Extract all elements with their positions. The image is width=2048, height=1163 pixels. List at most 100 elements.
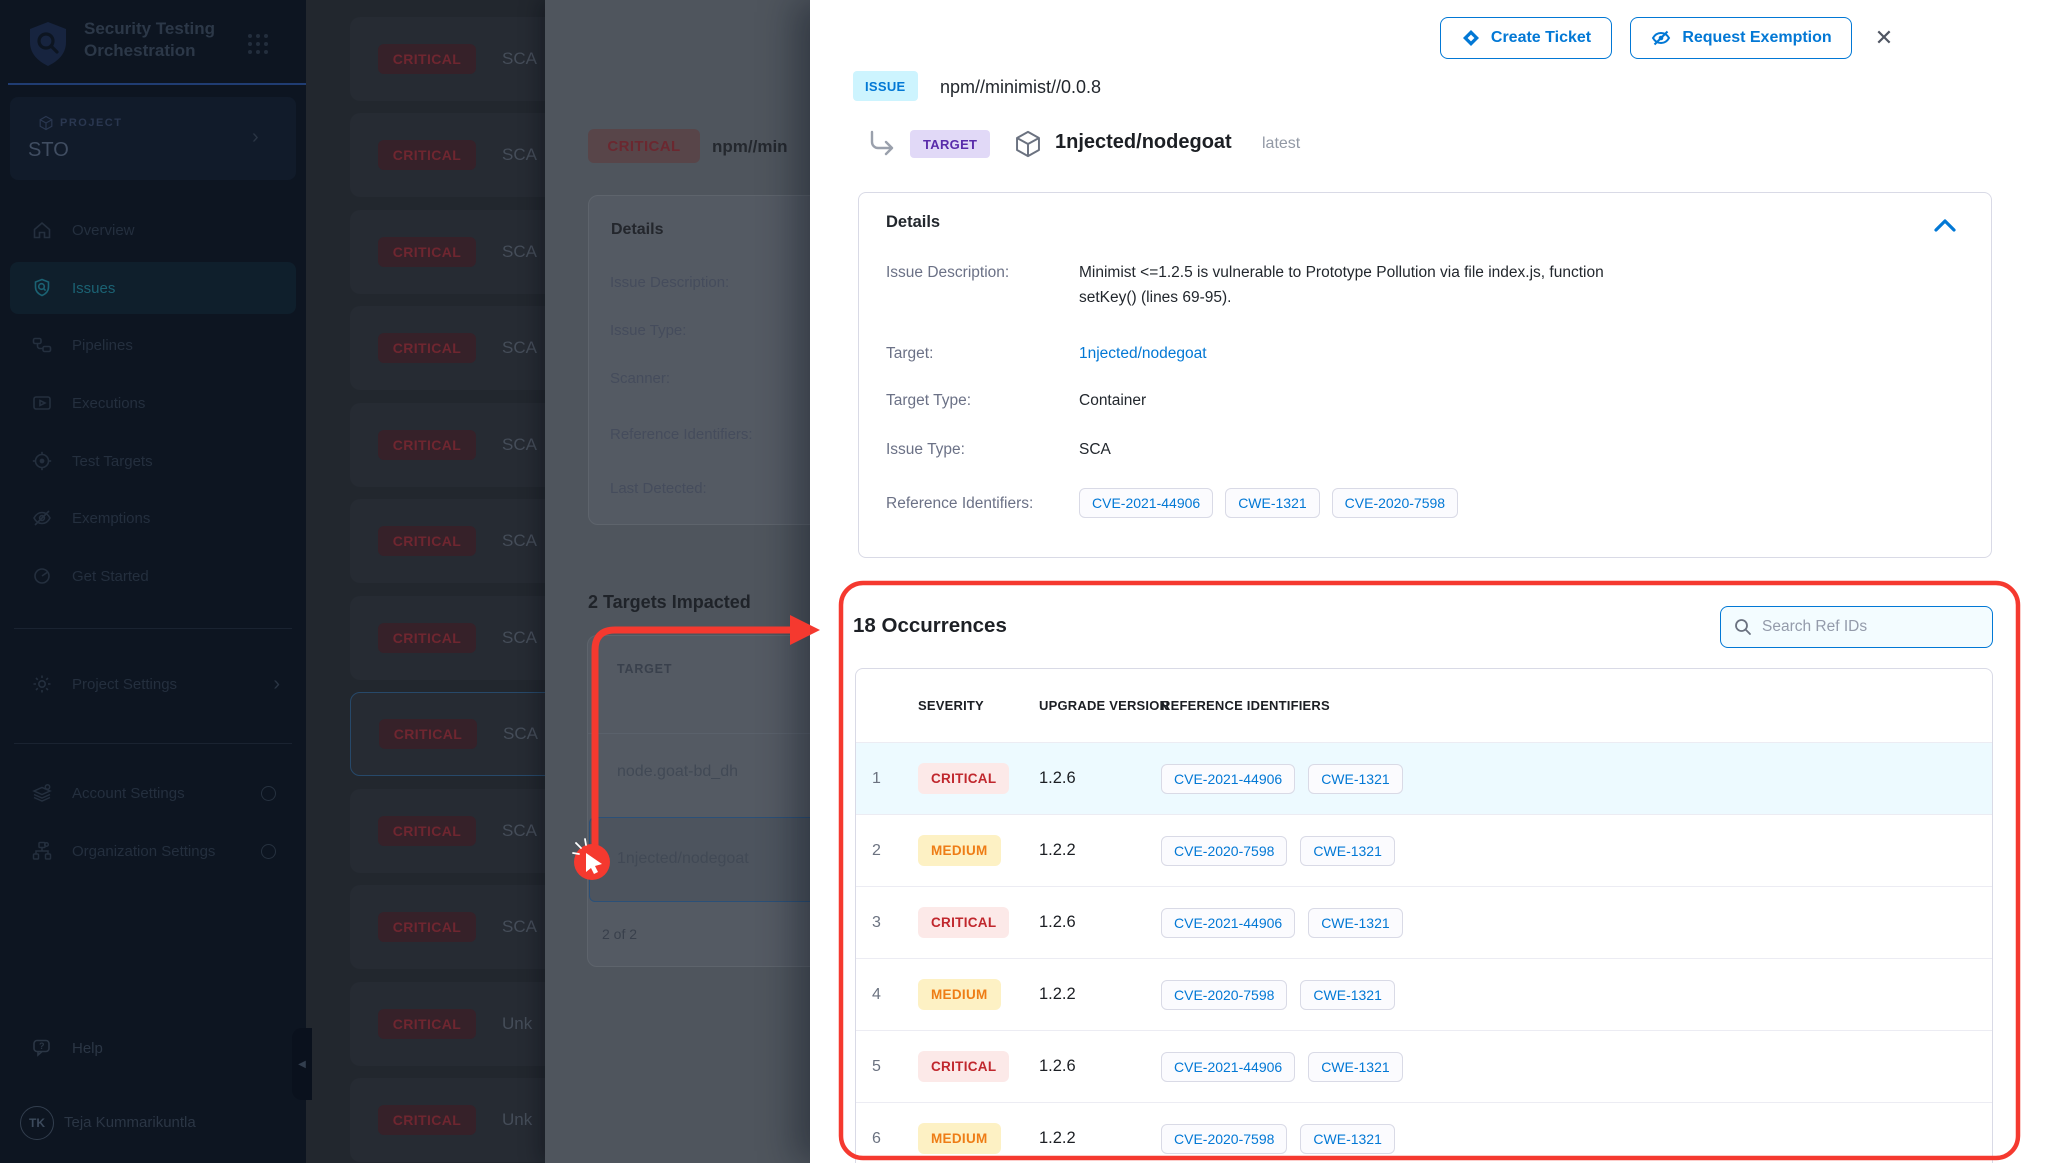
ref-id-chip[interactable]: CWE-1321 xyxy=(1300,1124,1394,1154)
scope-indicator-icon xyxy=(261,844,276,859)
target-name: 1njected/nodegoat xyxy=(1055,131,1232,154)
occurrence-row[interactable]: 3 CRITICAL 1.2.6 CVE-2021-44906 CWE-1321 xyxy=(856,886,1992,958)
issue-list-row[interactable]: CRITICAL SCA xyxy=(350,789,545,873)
eye-off-icon xyxy=(30,506,54,530)
severity-badge: CRITICAL xyxy=(918,1051,1009,1082)
app-logo-shield-icon xyxy=(26,20,70,68)
issue-type: SCA xyxy=(502,338,537,358)
ref-id-chip[interactable]: CVE-2021-44906 xyxy=(1161,1052,1295,1082)
gear-icon xyxy=(30,672,54,696)
severity-badge: CRITICAL xyxy=(378,430,476,460)
row-index: 2 xyxy=(856,842,918,860)
svg-text:?: ? xyxy=(39,1041,45,1051)
issue-type: SCA xyxy=(502,49,537,69)
ref-id-chip[interactable]: CVE-2020-7598 xyxy=(1161,980,1287,1010)
request-exemption-button[interactable]: Request Exemption xyxy=(1630,17,1852,59)
sidebar-item-project-settings[interactable]: Project Settings › xyxy=(10,662,296,706)
severity-badge: CRITICAL xyxy=(378,140,476,170)
sidebar-item-help[interactable]: ? Help xyxy=(10,1026,296,1070)
severity-badge: CRITICAL xyxy=(918,907,1009,938)
reference-identifiers-label: Reference Identifiers: xyxy=(886,495,1033,513)
ref-id-chip[interactable]: CWE-1321 xyxy=(1300,836,1394,866)
ref-id-chip[interactable]: CVE-2021-44906 xyxy=(1079,488,1213,518)
issue-list-row-selected[interactable]: CRITICAL SCA xyxy=(350,692,545,776)
sidebar-item-overview[interactable]: Overview xyxy=(10,208,296,252)
sidebar-header-divider xyxy=(8,83,306,85)
ref-id-chip[interactable]: CVE-2020-7598 xyxy=(1161,1124,1287,1154)
ref-id-chip[interactable]: CVE-2021-44906 xyxy=(1161,764,1295,794)
column-header-severity: SEVERITY xyxy=(918,698,1039,713)
sidebar-item-test-targets[interactable]: Test Targets xyxy=(10,439,296,483)
details-card: Details Issue Description: Minimist <=1.… xyxy=(858,192,1992,558)
issue-list-row[interactable]: CRITICAL Unk xyxy=(350,982,545,1066)
issue-detail-drawer: Create Ticket Request Exemption ✕ ISSUE … xyxy=(810,0,2048,1163)
severity-badge: CRITICAL xyxy=(379,719,477,749)
sidebar-item-issues[interactable]: Issues xyxy=(10,262,296,314)
module-grid-icon[interactable] xyxy=(246,32,270,56)
sidebar-item-label: Overview xyxy=(72,222,135,239)
pipelines-icon xyxy=(30,333,54,357)
targets-card xyxy=(587,635,810,967)
target-row[interactable]: 1njected/nodegoat xyxy=(617,850,749,868)
details-heading: Details xyxy=(886,213,940,232)
issue-list-row[interactable]: CRITICAL SCA xyxy=(350,403,545,487)
occurrences-table: SEVERITY UPGRADE VERSION REFERENCE IDENT… xyxy=(855,668,1993,1163)
issue-list-row[interactable]: CRITICAL SCA xyxy=(350,210,545,294)
ref-id-chip[interactable]: CWE-1321 xyxy=(1308,764,1402,794)
ref-id-chip[interactable]: CWE-1321 xyxy=(1308,1052,1402,1082)
issue-type: Unk xyxy=(502,1110,532,1130)
get-started-icon xyxy=(30,564,54,588)
occurrence-row[interactable]: 4 MEDIUM 1.2.2 CVE-2020-7598 CWE-1321 xyxy=(856,958,1992,1030)
issue-type: SCA xyxy=(502,531,537,551)
sidebar-item-get-started[interactable]: Get Started xyxy=(10,554,296,598)
preview-details-card: Details xyxy=(588,195,810,525)
issue-list-row[interactable]: CRITICAL SCA xyxy=(350,306,545,390)
issues-list-panel: CRITICAL SCA CRITICAL SCA CRITICAL SCA C… xyxy=(306,0,545,1163)
sidebar-collapse-toggle[interactable]: ◀ xyxy=(292,1028,312,1100)
field-label: Issue Type: xyxy=(610,322,686,339)
sidebar: Security Testing Orchestration PROJECT S… xyxy=(0,0,306,1163)
sidebar-item-executions[interactable]: Executions xyxy=(10,381,296,425)
layers-gear-icon xyxy=(30,781,54,805)
occurrence-row[interactable]: 1 CRITICAL 1.2.6 CVE-2021-44906 CWE-1321 xyxy=(856,742,1992,814)
sidebar-item-label: Account Settings xyxy=(72,785,185,802)
sidebar-item-exemptions[interactable]: Exemptions xyxy=(10,496,296,540)
issue-list-row[interactable]: CRITICAL SCA xyxy=(350,499,545,583)
ref-id-chip[interactable]: CWE-1321 xyxy=(1300,980,1394,1010)
close-icon[interactable]: ✕ xyxy=(1868,22,1900,54)
create-ticket-button[interactable]: Create Ticket xyxy=(1440,17,1612,59)
issue-type: SCA xyxy=(502,435,537,455)
sidebar-item-account-settings[interactable]: Account Settings xyxy=(10,771,296,815)
occurrence-row[interactable]: 6 MEDIUM 1.2.2 CVE-2020-7598 CWE-1321 xyxy=(856,1102,1992,1163)
sidebar-item-label: Pipelines xyxy=(72,337,133,354)
ref-id-chip[interactable]: CWE-1321 xyxy=(1225,488,1319,518)
occurrence-row[interactable]: 5 CRITICAL 1.2.6 CVE-2021-44906 CWE-1321 xyxy=(856,1030,1992,1102)
issue-preview-panel: CRITICAL npm//min Details Issue Descript… xyxy=(545,0,810,1163)
target-link[interactable]: 1njected/nodegoat xyxy=(1079,345,1207,363)
issue-list-row[interactable]: CRITICAL SCA xyxy=(350,885,545,969)
issue-list-row[interactable]: CRITICAL Unk xyxy=(350,1078,545,1162)
ref-id-chip[interactable]: CWE-1321 xyxy=(1308,908,1402,938)
target-label: Target: xyxy=(886,345,933,363)
issue-list-row[interactable]: CRITICAL SCA xyxy=(350,17,545,101)
issue-list-row[interactable]: CRITICAL SCA xyxy=(350,596,545,680)
target-row[interactable]: node.goat-bd_dh xyxy=(617,763,738,781)
sidebar-item-label: Organization Settings xyxy=(72,843,215,860)
avatar[interactable]: TK xyxy=(20,1106,54,1140)
ref-id-chip[interactable]: CVE-2021-44906 xyxy=(1161,908,1295,938)
sidebar-item-organization-settings[interactable]: Organization Settings xyxy=(10,829,296,873)
column-header-reference-identifiers: REFERENCE IDENTIFIERS xyxy=(1161,698,1330,713)
sidebar-item-pipelines[interactable]: Pipelines xyxy=(10,323,296,367)
sidebar-item-label: Help xyxy=(72,1040,103,1057)
project-selector[interactable]: PROJECT STO › xyxy=(10,97,296,180)
ref-id-chip[interactable]: CVE-2020-7598 xyxy=(1161,836,1287,866)
row-index: 5 xyxy=(856,1058,918,1076)
sidebar-item-label: Executions xyxy=(72,395,145,412)
ref-id-chip[interactable]: CVE-2020-7598 xyxy=(1332,488,1458,518)
search-input[interactable] xyxy=(1762,618,1962,636)
severity-badge: CRITICAL xyxy=(588,129,700,163)
occurrence-row[interactable]: 2 MEDIUM 1.2.2 CVE-2020-7598 CWE-1321 xyxy=(856,814,1992,886)
issue-type: SCA xyxy=(503,724,538,744)
issue-list-row[interactable]: CRITICAL SCA xyxy=(350,113,545,197)
chevron-up-icon[interactable] xyxy=(1933,217,1957,233)
